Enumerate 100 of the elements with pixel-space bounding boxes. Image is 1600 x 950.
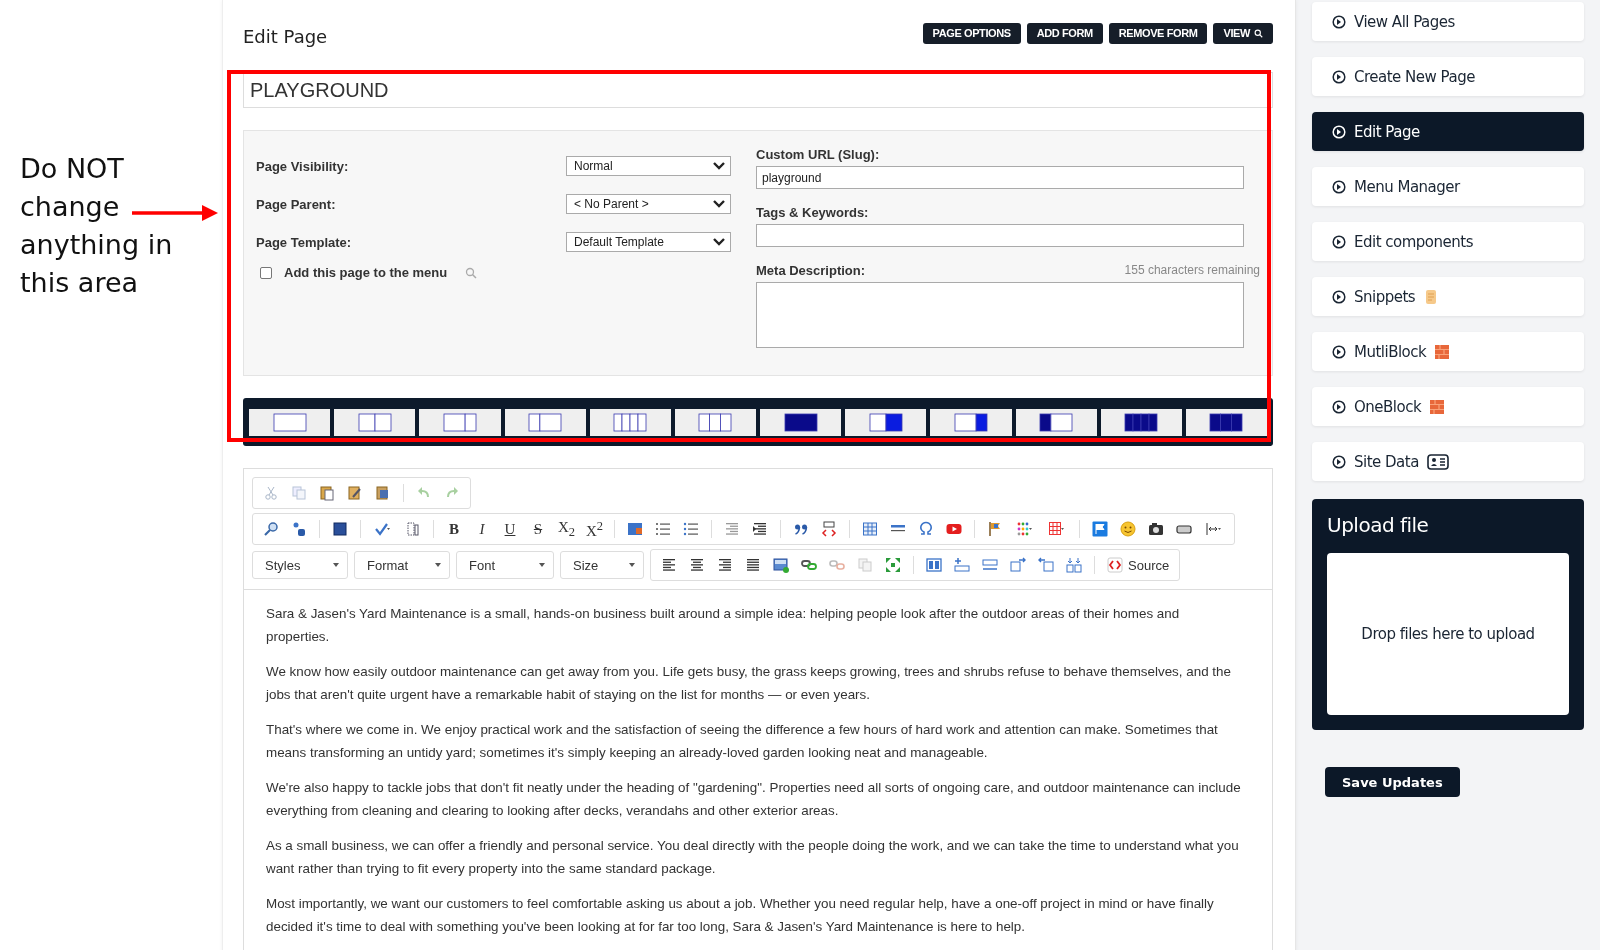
format-button[interactable]: B xyxy=(446,520,462,538)
dropdown[interactable]: Normal xyxy=(566,156,731,176)
column-layout-icon xyxy=(613,412,648,432)
sidebar-item[interactable]: Edit components xyxy=(1312,222,1584,261)
input-field[interactable] xyxy=(756,224,1244,247)
sidebar-item[interactable]: View All Pages xyxy=(1312,2,1584,41)
layout-button[interactable] xyxy=(760,408,842,436)
header-button[interactable]: PAGE OPTIONS xyxy=(922,22,1021,44)
maximize-icon[interactable] xyxy=(885,557,901,573)
layout-button[interactable] xyxy=(1100,408,1182,436)
paste-icon[interactable] xyxy=(319,485,335,501)
sidebar-item[interactable]: Site Data xyxy=(1312,442,1584,481)
header-button[interactable]: VIEW xyxy=(1213,22,1273,44)
sidebar-item[interactable]: OneBlock xyxy=(1312,387,1584,426)
checkbox[interactable] xyxy=(260,266,272,279)
page-title: Edit Page xyxy=(243,25,328,47)
format-dropdown[interactable]: Styles xyxy=(252,551,348,579)
format-dropdown[interactable]: Size xyxy=(560,551,644,579)
select-all-icon[interactable] xyxy=(332,521,348,537)
field-label: Page Parent: xyxy=(256,196,337,212)
camera-icon[interactable] xyxy=(1148,521,1164,537)
chevron-down-icon xyxy=(712,237,726,247)
spellcheck-icon[interactable] xyxy=(373,521,393,537)
arrow-circle-icon xyxy=(1332,179,1346,194)
insert-column-before-icon[interactable] xyxy=(1038,557,1054,573)
align-left-icon[interactable] xyxy=(661,557,677,573)
layout-button[interactable] xyxy=(419,408,501,436)
layout-button[interactable] xyxy=(674,408,757,436)
input-field[interactable]: playground xyxy=(756,166,1244,189)
dropdown[interactable]: < No Parent > xyxy=(566,194,731,214)
insert-image-icon[interactable] xyxy=(773,557,789,573)
layout-button[interactable] xyxy=(589,408,671,436)
video-icon[interactable] xyxy=(946,521,962,537)
field-label: Custom URL (Slug): xyxy=(756,147,881,162)
arrow-circle-icon xyxy=(1332,234,1346,249)
format-dropdown[interactable]: Format xyxy=(354,551,450,579)
layout-button[interactable] xyxy=(1185,408,1268,436)
insert-row-below-icon[interactable] xyxy=(982,557,998,573)
chevron-down-icon xyxy=(712,161,726,171)
split-cells-icon[interactable] xyxy=(1066,557,1082,573)
drop-zone[interactable]: Drop files here to upload xyxy=(1327,553,1569,715)
layout-button[interactable] xyxy=(334,408,416,436)
special-character-icon[interactable] xyxy=(918,521,934,537)
column-layout-icon xyxy=(953,412,988,432)
insert-row-above-icon[interactable] xyxy=(954,557,970,573)
image-icon[interactable] xyxy=(627,521,643,537)
arrow-circle-icon xyxy=(1332,399,1346,414)
field-label: Meta Description: xyxy=(756,263,866,278)
layout-button[interactable] xyxy=(504,408,586,436)
sidebar-item[interactable]: MutliBlock xyxy=(1312,332,1584,371)
field-label: Page Visibility: xyxy=(256,158,350,174)
width-arrow-icon[interactable] xyxy=(1204,521,1224,537)
format-button[interactable]: U xyxy=(502,520,518,538)
format-button[interactable]: X$_{2}$ xyxy=(558,518,574,540)
paste-document-icon[interactable] xyxy=(375,485,391,501)
column-layout-icon xyxy=(783,412,818,432)
format-dropdown[interactable]: Font xyxy=(456,551,554,579)
chevron-down-icon xyxy=(712,199,726,209)
bullet-list-icon[interactable] xyxy=(683,521,699,537)
bookmark-icon[interactable] xyxy=(1092,521,1108,537)
format-button[interactable]: X$^{2}$ xyxy=(586,518,602,540)
table-grid-icon[interactable] xyxy=(1047,521,1067,537)
color-grid-icon[interactable] xyxy=(1015,521,1035,537)
indent-icon[interactable] xyxy=(752,521,768,537)
format-button[interactable]: S xyxy=(530,520,546,538)
code-block-icon[interactable] xyxy=(821,521,837,537)
flag-icon[interactable] xyxy=(987,521,1003,537)
paste-text-icon[interactable] xyxy=(347,485,363,501)
save-button[interactable]: Save Updates xyxy=(1325,767,1460,797)
layout-button[interactable] xyxy=(845,408,927,436)
sidebar-item[interactable]: Create New Page xyxy=(1312,57,1584,96)
sidebar-item[interactable]: Snippets xyxy=(1312,277,1584,316)
outdent-icon[interactable] xyxy=(724,521,740,537)
link-icon[interactable] xyxy=(801,557,817,573)
layout-button[interactable] xyxy=(930,408,1012,436)
brick-icon xyxy=(1429,398,1446,415)
field-label: Page Template: xyxy=(256,234,353,250)
sidebar-item[interactable]: Menu Manager xyxy=(1312,167,1584,206)
header-button[interactable]: REMOVE FORM xyxy=(1108,22,1208,44)
numbered-list-icon[interactable] xyxy=(655,521,671,537)
source-button[interactable]: Source xyxy=(1107,557,1170,573)
search-icon[interactable] xyxy=(263,521,279,537)
columns-icon[interactable] xyxy=(926,557,942,573)
format-button[interactable]: I xyxy=(474,520,490,538)
show-blocks-icon[interactable] xyxy=(405,521,421,537)
smiley-icon[interactable] xyxy=(1120,521,1136,537)
sidebar-item[interactable]: Edit Page xyxy=(1312,112,1584,151)
table-icon[interactable] xyxy=(862,521,878,537)
layout-button[interactable] xyxy=(1015,408,1097,436)
align-right-icon[interactable] xyxy=(717,557,733,573)
annotation-line: Do NOT xyxy=(20,152,124,186)
body-paragraph: As a small business, we can offer a friendly and personal service. You deal directly with the people doing the work, and we can take the time to understand what you want rather than trying to fit every property into the same standard package. xyxy=(266,837,1240,878)
align-center-icon[interactable] xyxy=(689,557,705,573)
title-field[interactable]: PLAYGROUND xyxy=(243,72,1273,108)
header-button[interactable]: ADD FORM xyxy=(1026,22,1103,44)
justify-icon[interactable] xyxy=(745,557,761,573)
dropdown[interactable]: Default Template xyxy=(566,232,731,252)
insert-column-after-icon[interactable] xyxy=(1010,557,1026,573)
field-label: Tags & Keywords: xyxy=(756,205,870,220)
layout-button[interactable] xyxy=(249,408,331,436)
